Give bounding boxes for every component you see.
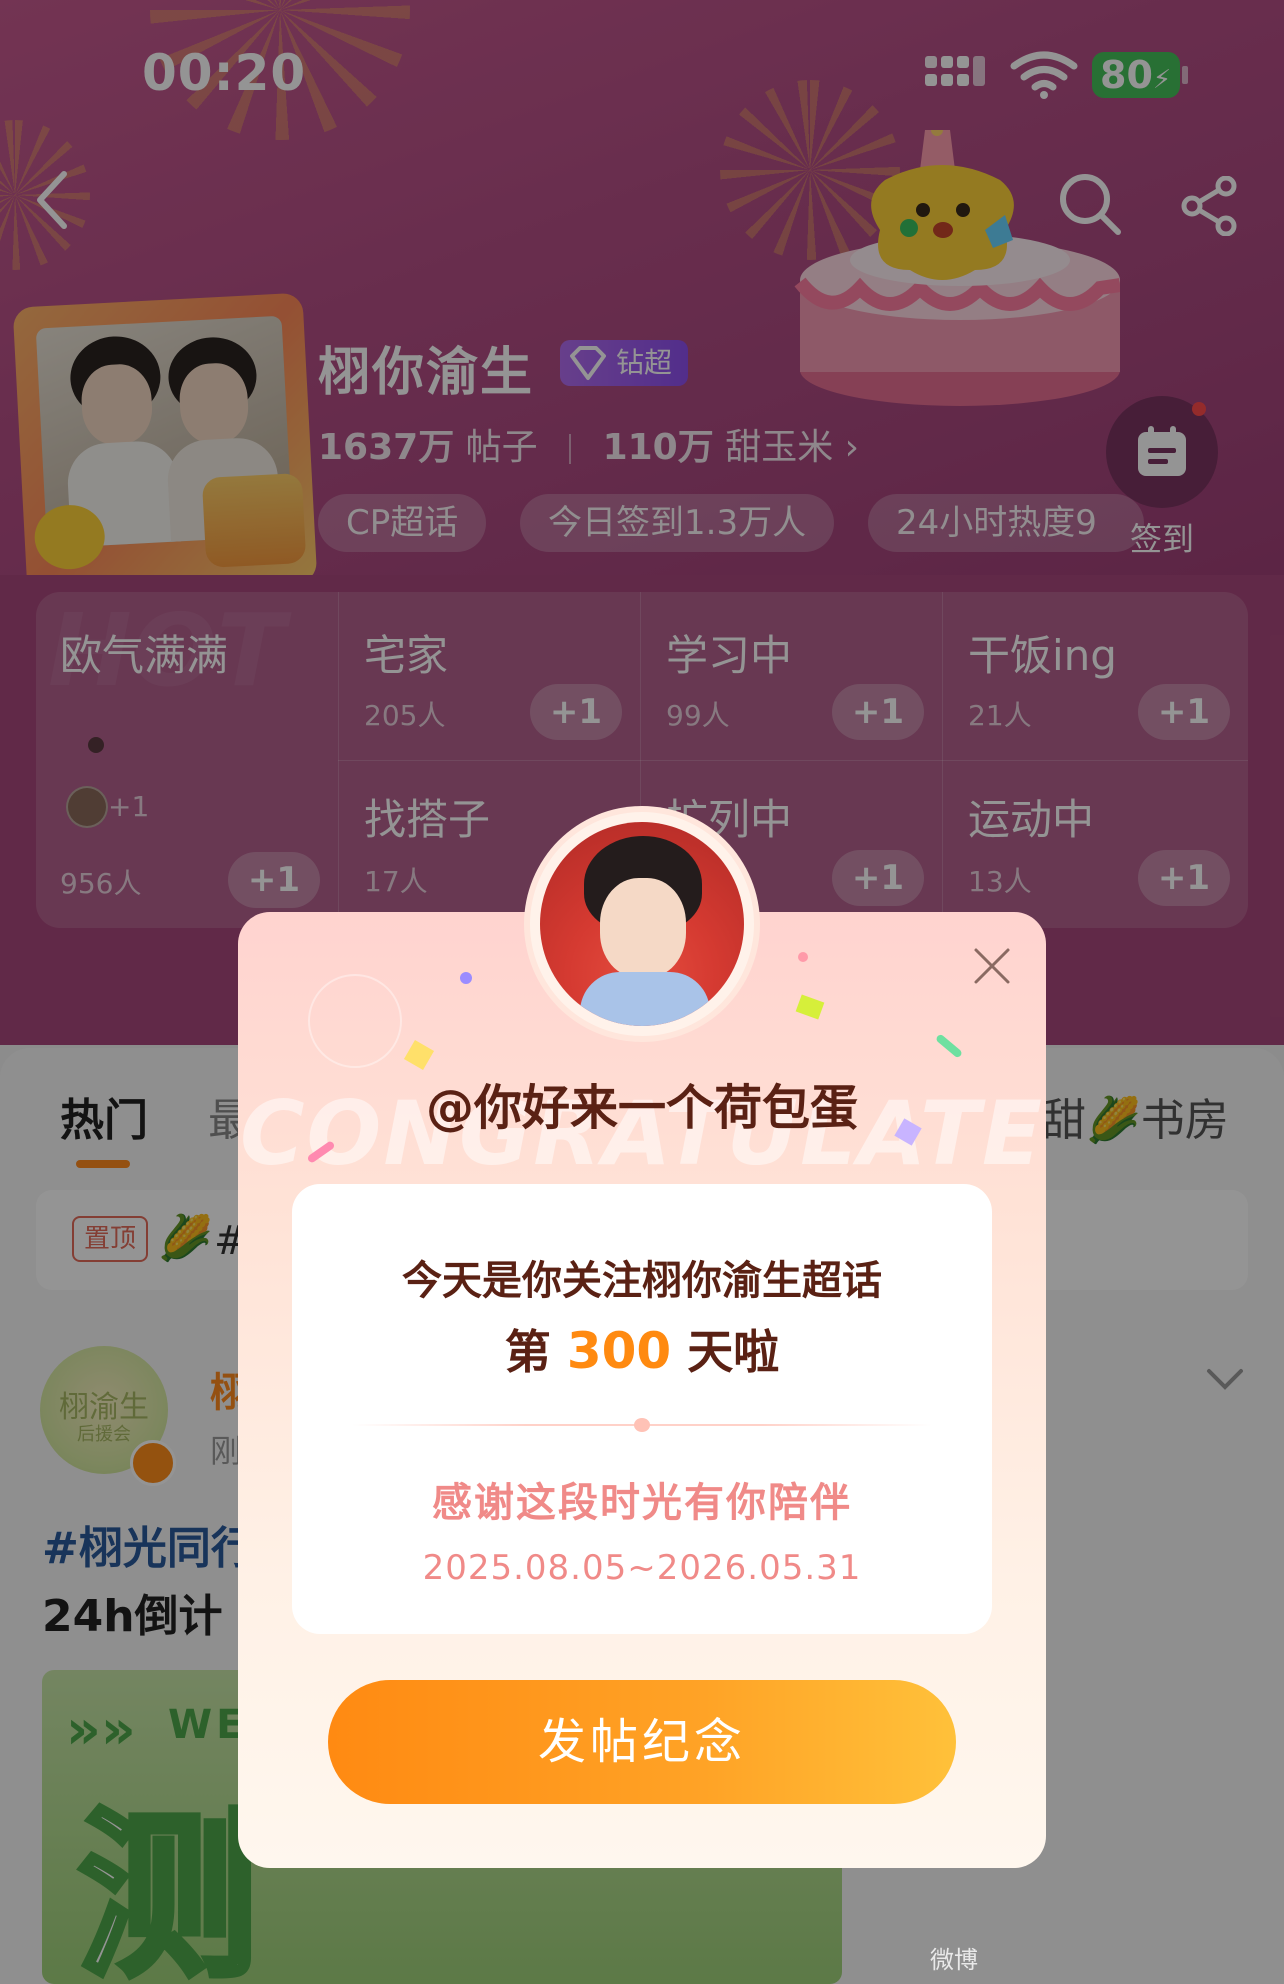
user-avatar xyxy=(530,812,754,1036)
person-face xyxy=(600,878,686,978)
days-prefix: 第 xyxy=(504,1325,551,1379)
follow-days: 第 300 天啦 xyxy=(292,1316,992,1382)
thanks-message: 感谢这段时光有你陪伴 xyxy=(432,1480,852,1526)
anniversary-card: 今天是你关注栩你渝生超话 第 300 天啦 感谢这段时光有你陪伴 2025.08… xyxy=(292,1184,992,1634)
heart-icon xyxy=(634,1418,650,1432)
user-avatar-photo xyxy=(540,822,744,1026)
person-shirt xyxy=(580,972,710,1026)
watermark: 微博 xyxy=(930,1946,978,1974)
days-suffix: 天啦 xyxy=(687,1325,780,1379)
days-count: 300 xyxy=(566,1322,672,1380)
confetti xyxy=(795,994,825,1020)
confetti xyxy=(798,952,808,962)
anniversary-modal: CONGRATULATE @你好来一个荷包蛋 今天是你关注栩你渝生超话 第 30… xyxy=(238,912,1046,1868)
user-handle: @你好来一个荷包蛋 xyxy=(425,1080,858,1136)
decorative-ring xyxy=(308,974,402,1068)
date-range: 2025.08.05~2026.05.31 xyxy=(422,1548,862,1588)
confetti xyxy=(460,972,472,984)
confetti xyxy=(403,1039,435,1071)
confetti xyxy=(934,1033,964,1059)
follow-message: 今天是你关注栩你渝生超话 xyxy=(402,1258,882,1304)
post-commemorate-button[interactable]: 发帖纪念 xyxy=(328,1680,956,1804)
close-icon[interactable] xyxy=(970,944,1014,988)
